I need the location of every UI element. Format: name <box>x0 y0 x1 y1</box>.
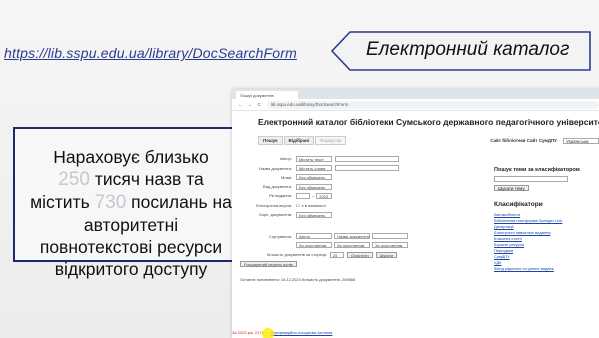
count-label: Кількість документів на сторінці: <box>267 252 327 258</box>
sort-order-row: За зростанням За зростанням За зростання… <box>240 242 490 250</box>
title-input[interactable] <box>335 165 399 172</box>
browser-tab[interactable]: Пошук документів <box>236 91 298 99</box>
catalog-tabs: Пошук Відібрані Формуляр Сайт бібліотеки… <box>258 136 599 145</box>
info-system-link[interactable]: Інформаційно-пошукова система <box>271 330 332 335</box>
stats-text-4: авторитетні <box>83 215 179 235</box>
search-button[interactable]: Шукати <box>375 251 398 258</box>
form-label: Вид документа: <box>263 184 292 190</box>
title-select[interactable]: Містить слова <box>296 165 332 172</box>
tab-form[interactable]: Формуляр <box>315 136 347 145</box>
tab-search[interactable]: Пошук <box>258 136 283 145</box>
extended-row: Розширений перелік полів <box>240 260 490 268</box>
class-search-input[interactable] <box>494 176 568 182</box>
slide-title: Електронний каталог <box>366 39 570 60</box>
evers-checkbox[interactable]: ☐ <box>296 203 300 208</box>
stats-text-3b: посилань на <box>131 192 232 212</box>
page-header: Електронний каталог бібліотеки Сумського… <box>258 117 599 127</box>
extended-fields-button[interactable]: Розширений перелік полів <box>240 260 297 267</box>
presentation-slide: https://lib.sspu.edu.ua/library/DocSearc… <box>0 0 599 338</box>
classifier-link[interactable]: Фонд рідкісних та цінних видань <box>494 266 599 272</box>
sort-order-2[interactable]: За зростанням <box>334 242 370 249</box>
stats-line-1: Нараховує близько <box>15 146 247 168</box>
author-input[interactable] <box>335 155 399 162</box>
form-row: Електронна версія: ☐ є в наявності <box>240 201 490 209</box>
form-label: Корп. документів: <box>259 212 292 218</box>
stats-text-6: відкритого доступу <box>54 259 208 279</box>
stats-text-1: Нараховує близько <box>53 147 209 167</box>
year-dash: – <box>312 193 315 199</box>
tab-selected[interactable]: Відібрані <box>283 136 315 145</box>
cursor-highlight <box>262 328 274 338</box>
class-search-button[interactable]: Шукати тему <box>494 185 529 191</box>
stats-text-5: повнотекстові ресурси <box>39 237 223 257</box>
sort-select-2[interactable]: Назва документа <box>334 233 370 240</box>
clear-button[interactable]: Очистити <box>347 251 373 258</box>
titles-count: 250 <box>58 169 90 190</box>
stats-box: Нараховує близько 250 тисяч назв та міст… <box>13 127 249 279</box>
count-row: Кількість документів на сторінці: 25 Очи… <box>240 251 490 259</box>
year-from-input[interactable] <box>296 192 310 199</box>
sort-order-3[interactable]: За зростанням <box>372 242 408 249</box>
evers-label: є в наявності <box>301 202 326 208</box>
year-to-input[interactable]: 2023 <box>316 192 333 199</box>
title-banner: Електронний каталог <box>330 30 592 72</box>
yearly-count: За 2023 рік: 2174 <box>232 330 264 335</box>
catalog-page: Електронний каталог бібліотеки Сумського… <box>232 111 599 145</box>
classifier-links: Автомобілісти Бібліотечна платформа Sprin… <box>494 212 599 272</box>
search-form: Автор: Містить текст Назва документа: Мі… <box>240 155 490 269</box>
form-label: Мова: <box>280 174 292 180</box>
form-row: Назва документа: Містить слова <box>240 164 490 172</box>
form-row: Автор: Містить текст <box>240 155 490 163</box>
browser-tabbar: Пошук документів <box>232 89 599 99</box>
links-count: 730 <box>94 192 127 213</box>
stats-line-3: містить 730 посилань на <box>15 191 247 214</box>
stats-line-2: 250 тисяч назв та <box>15 168 247 191</box>
stats-text-3a: містить <box>30 192 90 212</box>
browser-window: Пошук документів ← → C lib.sspu.edu.ua/l… <box>232 89 599 338</box>
classifier-panel: Пошук теми за класифікатором Шукати тему… <box>494 167 599 272</box>
author-select[interactable]: Містить текст <box>296 155 332 162</box>
form-row: Корп. документів: Без обмежень <box>240 211 490 219</box>
sites-links[interactable]: Сайт бібліотеки Сайт СумДПУ <box>490 138 557 143</box>
sort-select-3[interactable] <box>372 233 408 240</box>
sort-label: Сортування: <box>268 233 292 239</box>
sort-select-1[interactable]: Автор <box>296 233 332 240</box>
sort-row: Сортування: Автор Назва документа <box>240 232 490 240</box>
sort-order-1[interactable]: За зростанням <box>296 242 332 249</box>
address-row: ← → C lib.sspu.edu.ua/library/DocSearchF… <box>232 99 599 111</box>
language-select[interactable]: Українська <box>563 137 599 144</box>
form-label: Назва документа: <box>259 165 292 171</box>
bottom-row: За 2023 рік: 2174 Інформаційно-пошукова … <box>232 330 332 335</box>
catalog-url[interactable]: https://lib.sspu.edu.ua/library/DocSearc… <box>4 45 297 61</box>
form-label: Електронна версія: <box>256 202 292 208</box>
form-row: Вид документа: Без обмежень <box>240 183 490 191</box>
page-size-select[interactable]: 25 <box>330 251 344 258</box>
language-filter-select[interactable]: Без обмежень <box>296 174 332 181</box>
nav-buttons[interactable]: ← → C <box>238 102 263 107</box>
form-label: Рік видання: <box>268 193 292 199</box>
class-search-heading: Пошук теми за класифікатором <box>494 167 580 173</box>
last-update: Останнє поповнення: 15.12.2023 Кількість… <box>240 277 356 282</box>
address-bar[interactable]: lib.sspu.edu.ua/library/DocSearchForm <box>266 100 599 109</box>
form-row: Рік видання: – 2023 <box>240 192 490 200</box>
form-row: Мова: Без обмежень <box>240 174 490 182</box>
stats-text-2: тисяч назв та <box>94 169 204 189</box>
corpus-select[interactable]: Без обмежень <box>296 211 332 218</box>
classifiers-heading: Класифікатори <box>494 201 543 208</box>
form-label: Автор: <box>279 156 292 162</box>
doctype-select[interactable]: Без обмежень <box>296 183 332 190</box>
browser-tab-title: Пошук документів <box>240 92 274 98</box>
